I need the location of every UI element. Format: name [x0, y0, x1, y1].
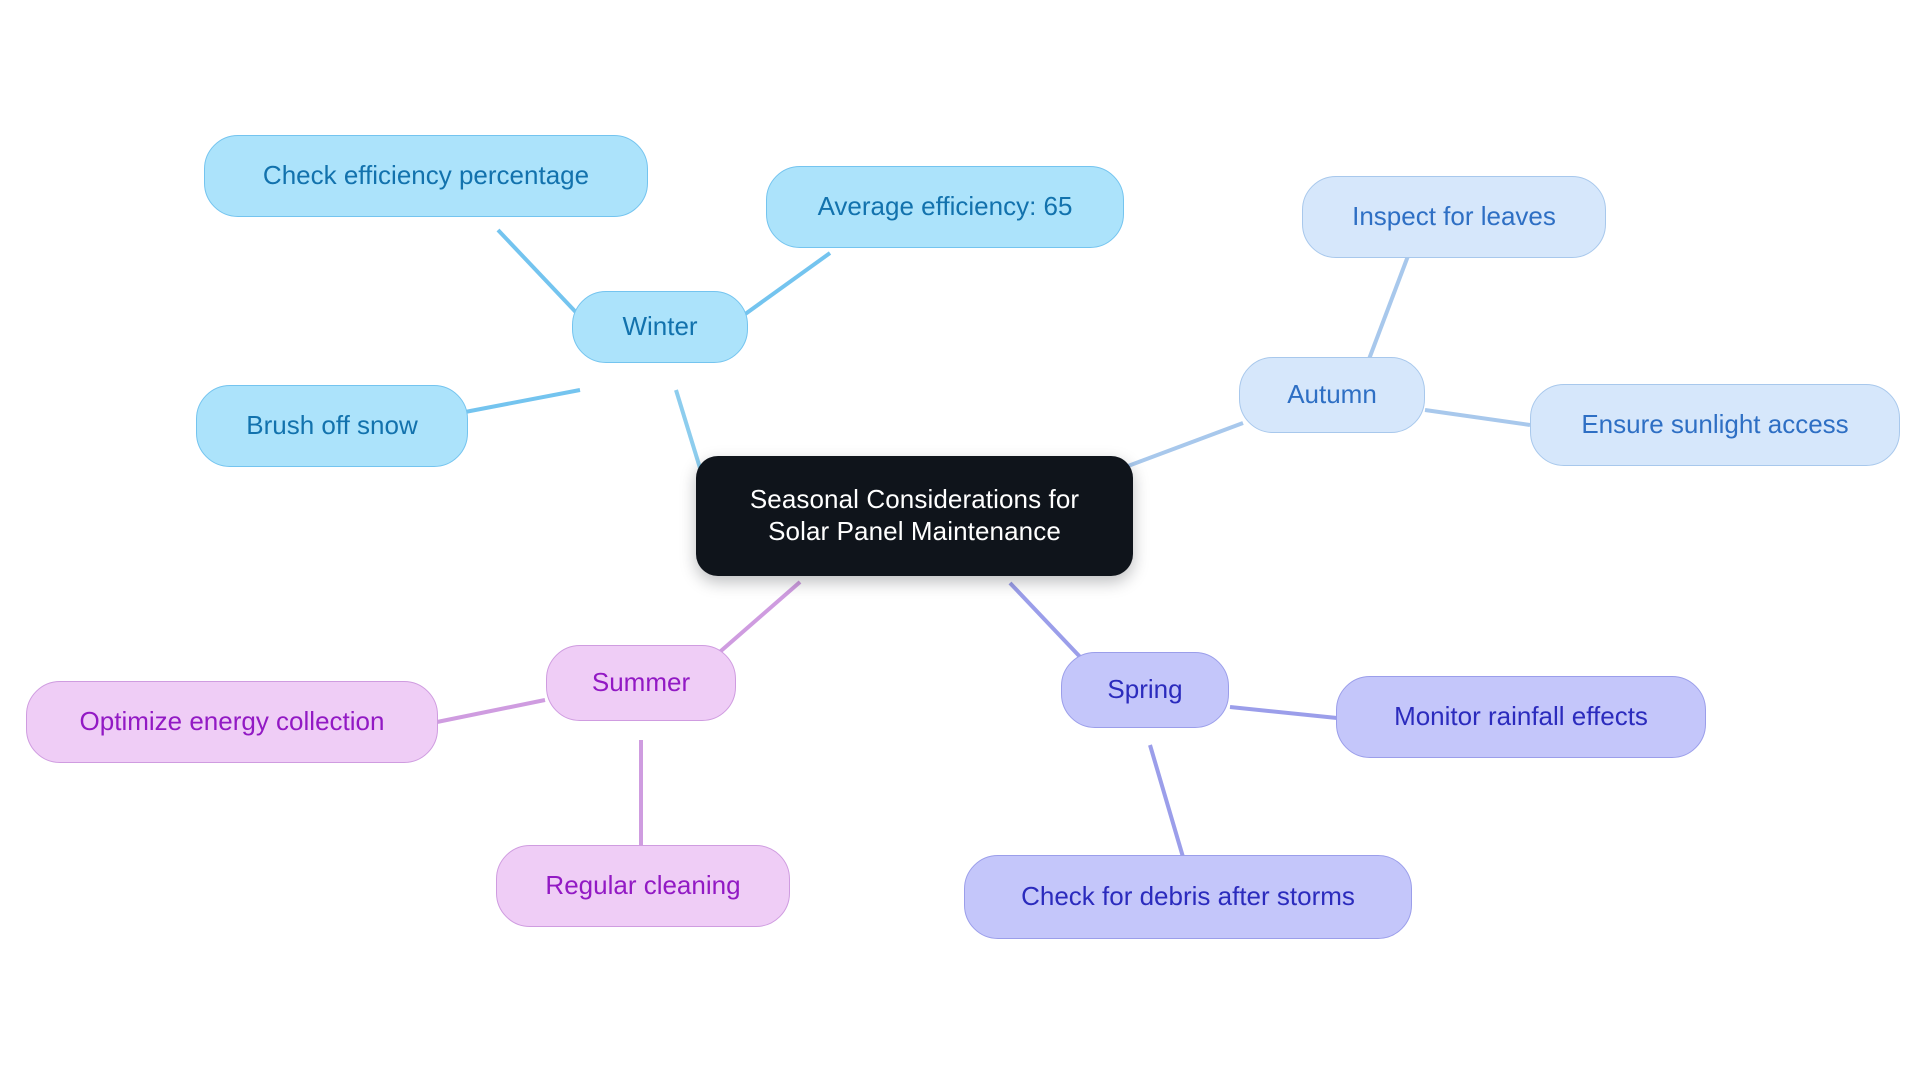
leaf-node-check-for-debris-after-storms[interactable]: Check for debris after storms — [964, 855, 1412, 939]
leaf-node-check-for-debris-after-storms-label: Check for debris after storms — [1021, 881, 1355, 912]
leaf-node-check-efficiency-percentage[interactable]: Check efficiency percentage — [204, 135, 648, 217]
leaf-node-average-efficiency-label: Average efficiency: 65 — [817, 191, 1073, 222]
branch-node-autumn[interactable]: Autumn — [1239, 357, 1425, 433]
branch-node-spring-label: Spring — [1107, 674, 1183, 705]
root-node-label: Seasonal Considerations for Solar Panel … — [722, 484, 1107, 547]
branch-node-summer[interactable]: Summer — [546, 645, 736, 721]
edge-spring-check-debris — [1148, 744, 1185, 858]
leaf-node-inspect-for-leaves[interactable]: Inspect for leaves — [1302, 176, 1606, 258]
leaf-node-optimize-energy-collection-label: Optimize energy collection — [79, 706, 385, 737]
root-node[interactable]: Seasonal Considerations for Solar Panel … — [696, 456, 1133, 576]
edge-root-spring — [1008, 581, 1085, 662]
leaf-node-check-efficiency-percentage-label: Check efficiency percentage — [262, 160, 590, 191]
leaf-node-average-efficiency[interactable]: Average efficiency: 65 — [766, 166, 1124, 248]
edge-summer-optimize-energy — [436, 698, 546, 724]
edge-winter-brush-snow — [464, 388, 581, 414]
leaf-node-regular-cleaning[interactable]: Regular cleaning — [496, 845, 790, 927]
leaf-node-brush-off-snow[interactable]: Brush off snow — [196, 385, 468, 467]
edge-spring-monitor-rainfall — [1229, 705, 1338, 720]
leaf-node-ensure-sunlight-access-label: Ensure sunlight access — [1581, 409, 1849, 440]
edge-autumn-sunlight-access — [1424, 408, 1531, 427]
leaf-node-monitor-rainfall-effects-label: Monitor rainfall effects — [1394, 701, 1648, 732]
root-node-line-1: Seasonal Considerations for — [749, 484, 1080, 515]
leaf-node-brush-off-snow-label: Brush off snow — [246, 410, 418, 441]
leaf-node-inspect-for-leaves-label: Inspect for leaves — [1352, 201, 1556, 232]
edge-root-winter — [674, 389, 702, 469]
branch-node-autumn-label: Autumn — [1287, 379, 1377, 410]
leaf-node-optimize-energy-collection[interactable]: Optimize energy collection — [26, 681, 438, 763]
branch-node-spring[interactable]: Spring — [1061, 652, 1229, 728]
branch-node-winter-label: Winter — [622, 311, 698, 342]
branch-node-winter[interactable]: Winter — [572, 291, 748, 363]
root-node-line-2: Solar Panel Maintenance — [768, 516, 1061, 546]
leaf-node-monitor-rainfall-effects[interactable]: Monitor rainfall effects — [1336, 676, 1706, 758]
leaf-node-regular-cleaning-label: Regular cleaning — [545, 870, 741, 901]
edge-root-summer — [712, 580, 802, 659]
branch-node-summer-label: Summer — [591, 667, 691, 698]
mindmap-canvas: Seasonal Considerations for Solar Panel … — [0, 0, 1920, 1083]
leaf-node-ensure-sunlight-access[interactable]: Ensure sunlight access — [1530, 384, 1900, 466]
edge-root-autumn — [1127, 421, 1244, 468]
